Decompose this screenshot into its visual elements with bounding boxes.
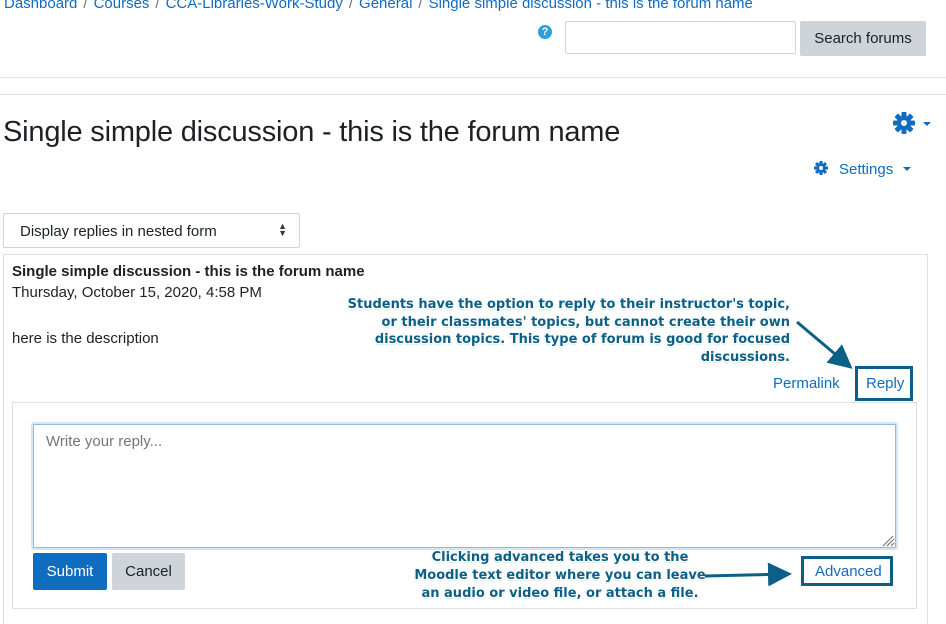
search-forums-input[interactable] (565, 21, 796, 54)
annotation-line: Moodle text editor where you can leave (414, 568, 706, 583)
post-message: here is the description (12, 330, 159, 347)
cancel-button[interactable]: Cancel (112, 553, 185, 590)
divider (0, 94, 946, 95)
settings-menu[interactable]: Settings (813, 160, 913, 178)
divider (0, 77, 946, 78)
annotation-line: Clicking advanced takes you to the (431, 550, 689, 565)
page-title: Single simple discussion - this is the f… (3, 116, 621, 148)
breadcrumb-course[interactable]: CCA-Libraries-Work-Study (166, 0, 343, 12)
gear-icon (814, 161, 828, 175)
breadcrumb-separator: / (418, 0, 423, 12)
question-circle-icon[interactable]: ? (538, 25, 552, 39)
breadcrumb-separator: / (83, 0, 88, 12)
search-forums-button[interactable]: Search forums (800, 21, 926, 56)
reply-link[interactable]: Reply (866, 375, 904, 392)
breadcrumb-courses[interactable]: Courses (94, 0, 150, 12)
breadcrumb-forum[interactable]: Single simple discussion - this is the f… (429, 0, 753, 12)
annotation-line: or their classmates' topics, but cannot … (381, 314, 790, 330)
actions-menu-button[interactable] (892, 110, 932, 141)
advanced-annotation: Clicking advanced takes you to the Moodl… (405, 549, 715, 603)
display-mode-value: Display replies in nested form (20, 223, 217, 240)
reply-textarea[interactable] (33, 424, 896, 548)
annotation-line: Students have the option to reply to the… (347, 297, 790, 312)
breadcrumb-section[interactable]: General (359, 0, 412, 12)
settings-label: Settings (839, 161, 894, 178)
caret-down-icon (923, 122, 931, 126)
caret-down-icon (903, 167, 912, 171)
gear-icon (893, 112, 931, 134)
annotation-line: discussion topics. This type of forum is… (374, 332, 790, 365)
post-subject: Single simple discussion - this is the f… (12, 263, 365, 280)
permalink-link[interactable]: Permalink (773, 375, 840, 392)
display-mode-select[interactable]: Display replies in nested form ▲ ▼ (3, 213, 300, 248)
reply-annotation: Students have the option to reply to the… (300, 296, 790, 366)
breadcrumb-dashboard[interactable]: Dashboard (4, 0, 77, 12)
breadcrumb: Dashboard / Courses / CCA-Libraries-Work-Stu… (4, 0, 753, 12)
post-date: Thursday, October 15, 2020, 4:58 PM (12, 284, 262, 301)
breadcrumb-separator: / (348, 0, 354, 12)
resize-grip-icon[interactable] (880, 533, 894, 547)
select-arrows-icon: ▲ ▼ (278, 221, 287, 238)
annotation-line: an audio or video file, or attach a file… (421, 586, 699, 601)
breadcrumb-separator: / (155, 0, 160, 12)
advanced-link[interactable]: Advanced (815, 563, 882, 580)
submit-button[interactable]: Submit (33, 553, 107, 590)
